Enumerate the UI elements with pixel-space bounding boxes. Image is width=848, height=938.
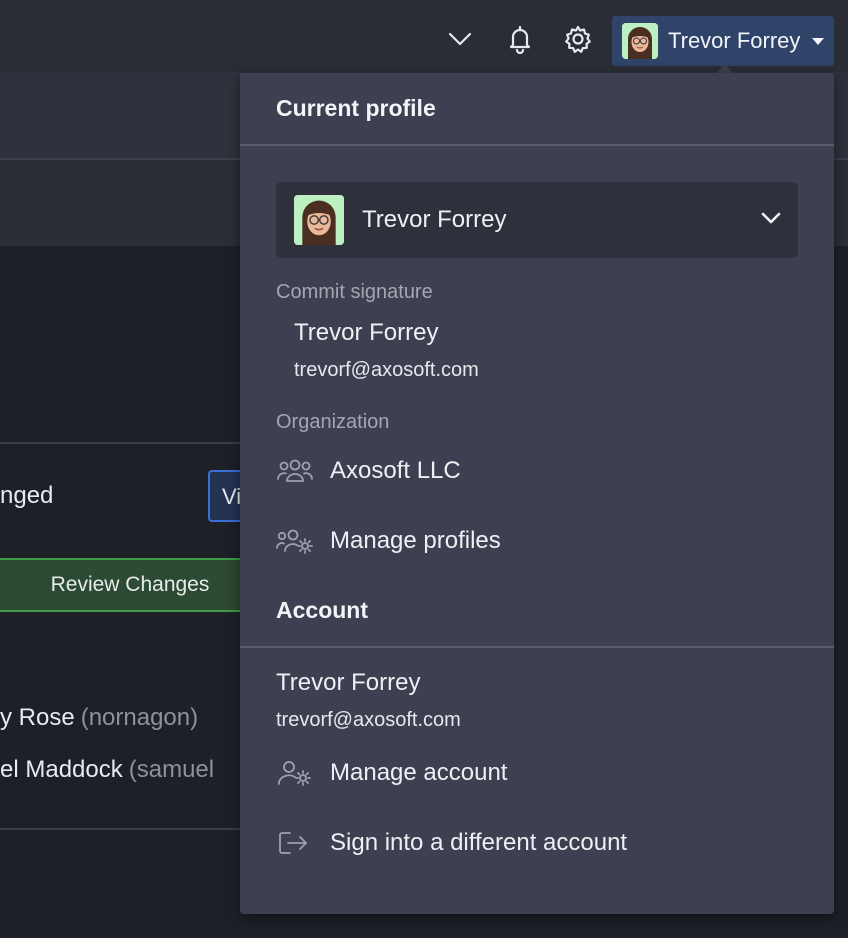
sign-out-icon [276,827,314,859]
review-changes-label: Review Changes [50,573,210,596]
review-changes-button[interactable]: Review Changes [0,558,250,612]
profile-select[interactable]: Trevor Forrey [276,182,798,258]
author-row: el Maddock (samuel [0,756,214,784]
current-profile-heading: Current profile [276,95,436,121]
manage-account-item[interactable]: Manage account [276,753,507,793]
chevron-down-icon [760,210,782,231]
author-handle: (nornagon) [80,704,199,731]
users-gear-icon [276,525,314,557]
author-name: el Maddock [0,756,123,783]
divider [0,442,240,444]
account-email: trevorf@axosoft.com [276,709,461,731]
files-changed-text: nged [0,482,54,509]
account-name: Trevor Forrey [276,669,421,696]
sign-into-different-account-item[interactable]: Sign into a different account [276,823,627,863]
avatar [622,23,658,59]
selected-profile-name: Trevor Forrey [362,206,507,233]
author-row: y Rose (nornagon) [0,704,198,732]
profile-dropdown-panel: Current profile Trevor Forrey Commit sig… [240,73,834,914]
caret-down-icon [812,37,825,45]
top-toolbar: Trevor Forrey [0,0,848,72]
gear-icon[interactable] [561,22,595,56]
manage-profiles-item[interactable]: Manage profiles [276,521,501,561]
author-handle: (samuel [128,756,215,783]
manage-profiles-label: Manage profiles [330,527,501,554]
profile-menu-button[interactable]: Trevor Forrey [612,16,834,66]
organization-name: Axosoft LLC [330,457,461,484]
profile-name: Trevor Forrey [668,28,801,53]
chevron-down-icon[interactable] [443,22,477,56]
commit-signature-label: Commit signature [276,281,433,303]
commit-signature-name: Trevor Forrey [294,319,439,346]
manage-account-label: Manage account [330,759,508,786]
user-gear-icon [276,757,314,789]
bell-icon[interactable] [503,22,537,56]
divider [240,144,834,146]
organization-label: Organization [276,411,390,433]
organization-item[interactable]: Axosoft LLC [276,451,461,491]
avatar [294,195,344,245]
commit-signature-email: trevorf@axosoft.com [294,359,479,381]
author-name: y Rose [0,704,75,731]
divider [0,828,240,830]
sign-into-different-account-label: Sign into a different account [330,829,628,856]
users-icon [276,455,314,487]
account-heading: Account [276,597,368,623]
divider [240,646,834,648]
